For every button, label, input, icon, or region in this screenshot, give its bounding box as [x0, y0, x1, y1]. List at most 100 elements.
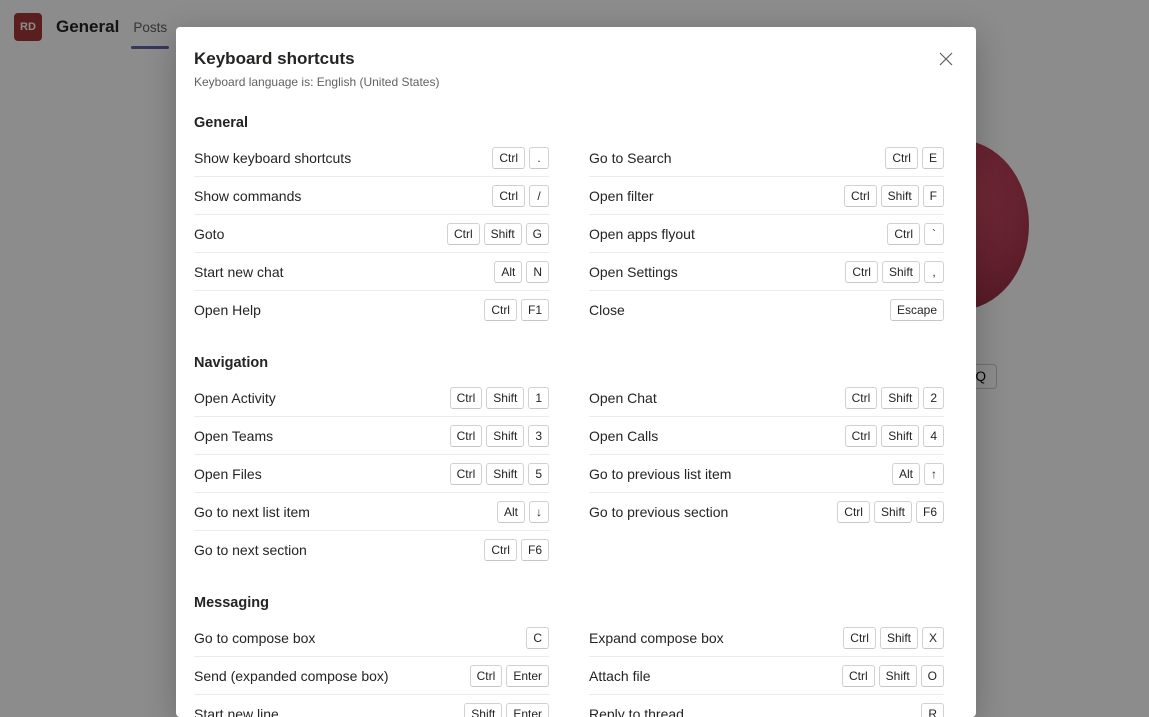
key: Ctrl [887, 223, 920, 245]
key: Ctrl [843, 627, 876, 649]
key: Shift [486, 463, 524, 485]
key: / [529, 185, 549, 207]
key: Ctrl [447, 223, 480, 245]
key: Enter [506, 703, 549, 717]
shortcut-label: Open Chat [589, 390, 657, 406]
shortcut-row: Go to next list item Alt↓ [194, 493, 549, 531]
dialog-scroll-area[interactable]: Keyboard shortcuts Keyboard language is:… [176, 27, 976, 717]
shortcut-row: Open Teams CtrlShift3 [194, 417, 549, 455]
shortcut-column: Go to compose boxCSend (expanded compose… [194, 619, 549, 717]
key: Shift [879, 665, 917, 687]
shortcut-keys: Escape [890, 299, 944, 321]
shortcut-label: Open Teams [194, 428, 273, 444]
shortcut-columns: Go to compose boxCSend (expanded compose… [194, 619, 944, 717]
key: 5 [528, 463, 549, 485]
shortcut-column: Open ChatCtrlShift2Open CallsCtrlShift4G… [589, 379, 944, 569]
close-icon [939, 52, 953, 66]
key: ` [924, 223, 944, 245]
shortcut-keys: CtrlF6 [484, 539, 549, 561]
shortcut-row: Open Calls CtrlShift4 [589, 417, 944, 455]
section-heading: Messaging [194, 595, 944, 611]
shortcut-keys: CtrlShiftO [842, 665, 944, 687]
key: F6 [521, 539, 549, 561]
shortcut-row: Show commands Ctrl/ [194, 177, 549, 215]
section-heading: General [194, 115, 944, 131]
key: Ctrl [845, 387, 878, 409]
shortcut-label: Send (expanded compose box) [194, 668, 389, 684]
key: Shift [464, 703, 502, 717]
shortcut-row: Open apps flyoutCtrl` [589, 215, 944, 253]
shortcut-keys: CtrlE [885, 147, 944, 169]
shortcut-label: Go to Search [589, 150, 672, 166]
close-button[interactable] [938, 51, 954, 67]
key: ↑ [924, 463, 944, 485]
keyboard-shortcuts-dialog: Keyboard shortcuts Keyboard language is:… [176, 27, 976, 717]
shortcut-column: Show keyboard shortcuts Ctrl. Show command… [194, 139, 549, 329]
key: 3 [528, 425, 549, 447]
shortcut-label: Show commands [194, 188, 301, 204]
key: 4 [923, 425, 944, 447]
key: Shift [486, 425, 524, 447]
shortcut-keys: Shift Enter [464, 703, 549, 717]
shortcut-row: Goto CtrlShiftG [194, 215, 549, 253]
key: Ctrl [470, 665, 503, 687]
shortcut-column: Expand compose boxCtrlShiftXAttach fileC… [589, 619, 944, 717]
shortcut-keys: CtrlShift2 [845, 387, 944, 409]
shortcut-keys: CtrlShift1 [450, 387, 549, 409]
key: Alt [494, 261, 522, 283]
shortcut-label: Go to next list item [194, 504, 310, 520]
shortcut-row: Show keyboard shortcuts Ctrl. [194, 139, 549, 177]
shortcut-row: Go to previous list itemAlt↑ [589, 455, 944, 493]
shortcut-row: Start new line Shift Enter [194, 695, 549, 717]
shortcut-row: Open ActivityCtrlShift1 [194, 379, 549, 417]
shortcut-row: Go to Search CtrlE [589, 139, 944, 177]
key: Shift [874, 501, 912, 523]
shortcut-keys: CtrlShiftF6 [837, 501, 944, 523]
shortcut-label: Reply to thread [589, 706, 684, 717]
key: F1 [521, 299, 549, 321]
shortcut-label: Show keyboard shortcuts [194, 150, 351, 166]
shortcut-row: Go to next sectionCtrlF6 [194, 531, 549, 569]
shortcut-keys: Ctrl/ [492, 185, 549, 207]
shortcut-keys: CtrlEnter [470, 665, 549, 687]
shortcut-label: Start new line [194, 706, 279, 717]
shortcut-keys: CtrlShift5 [450, 463, 549, 485]
shortcut-label: Open Settings [589, 264, 678, 280]
shortcut-columns: Show keyboard shortcuts Ctrl. Show command… [194, 139, 944, 329]
shortcut-keys: AltN [494, 261, 549, 283]
shortcut-row: Reply to thread R [589, 695, 944, 717]
shortcut-row: Send (expanded compose box) CtrlEnter [194, 657, 549, 695]
key: Ctrl [450, 425, 483, 447]
key: F6 [916, 501, 944, 523]
shortcut-keys: CtrlShift, [845, 261, 944, 283]
key: Shift [882, 261, 920, 283]
shortcut-label: Start new chat [194, 264, 284, 280]
section-heading: Navigation [194, 355, 944, 371]
shortcut-columns: Open ActivityCtrlShift1Open TeamsCtrlShi… [194, 379, 944, 569]
key: Shift [484, 223, 522, 245]
shortcut-keys: Ctrl. [492, 147, 549, 169]
key: Ctrl [844, 185, 877, 207]
key: Shift [486, 387, 524, 409]
shortcut-keys: CtrlShift4 [845, 425, 944, 447]
shortcut-label: Expand compose box [589, 630, 724, 646]
shortcut-label: Open Calls [589, 428, 658, 444]
key: Alt [892, 463, 920, 485]
shortcut-label: Go to previous section [589, 504, 728, 520]
key: Enter [506, 665, 549, 687]
dialog-title: Keyboard shortcuts [194, 49, 944, 69]
shortcut-label: Attach file [589, 668, 650, 684]
shortcut-label: Goto [194, 226, 224, 242]
shortcut-column: Open ActivityCtrlShift1 Open Teams CtrlShi… [194, 379, 549, 569]
shortcut-keys: CtrlShiftF [844, 185, 944, 207]
key: Ctrl [885, 147, 918, 169]
shortcut-keys: CtrlF1 [484, 299, 549, 321]
shortcut-keys: Alt↓ [497, 501, 549, 523]
key: O [921, 665, 944, 687]
key: Shift [881, 185, 919, 207]
shortcut-keys: R [921, 703, 944, 717]
key: G [526, 223, 549, 245]
shortcut-label: Open Help [194, 302, 261, 318]
shortcut-row: Open Help CtrlF1 [194, 291, 549, 329]
shortcut-row: Attach file CtrlShiftO [589, 657, 944, 695]
